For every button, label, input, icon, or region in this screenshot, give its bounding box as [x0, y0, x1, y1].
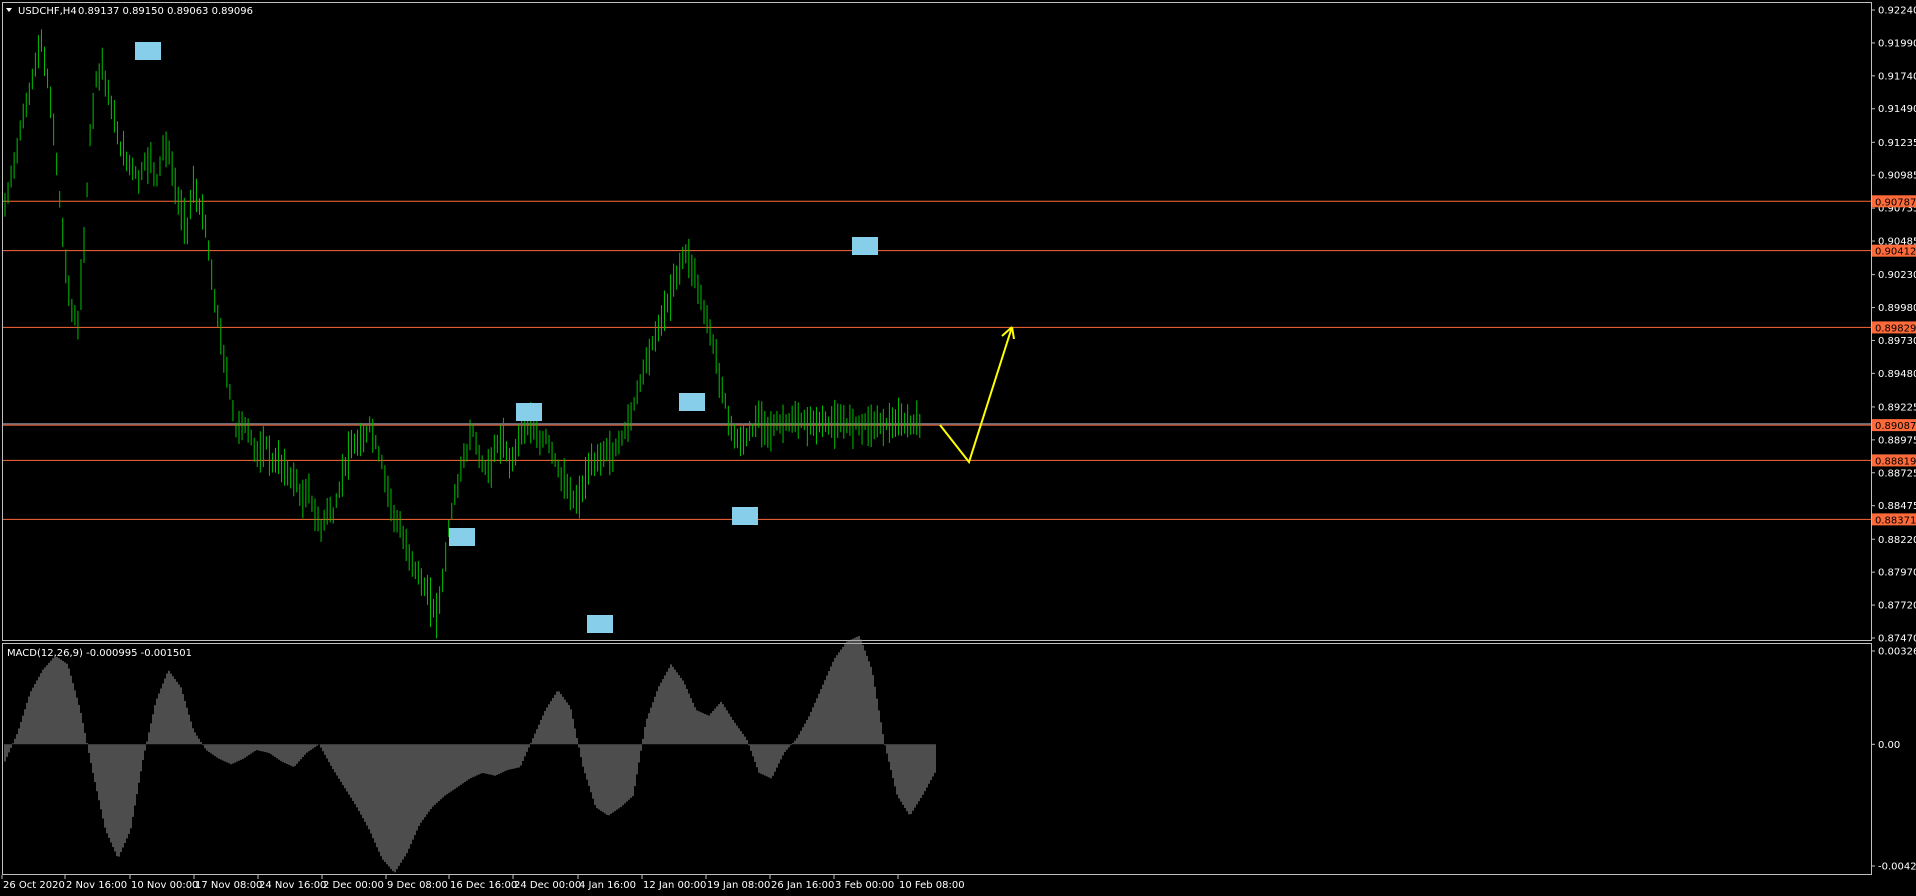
chart-canvas: USDCHF,H4 0.89137 0.89150 0.89063 0.8909… [0, 0, 1916, 896]
time-tick-label: 10 Feb 08:00 [899, 880, 965, 891]
time-tick-label: 16 Dec 16:00 [450, 880, 517, 891]
time-tick-label: 24 Nov 16:00 [259, 880, 326, 891]
level-tag-label: 0.89829 [1875, 323, 1916, 334]
price-tick-label: 0.91990 [1878, 38, 1916, 49]
price-tick-label: 0.90985 [1878, 171, 1916, 182]
level-tag-label: 0.89087 [1875, 421, 1916, 432]
price-tick-label: 0.87970 [1878, 568, 1916, 579]
swing-marker [679, 393, 705, 411]
symbol-label: USDCHF,H4 [18, 6, 77, 17]
price-tick-label: 0.88725 [1878, 468, 1916, 479]
price-tick-label: 0.88220 [1878, 535, 1916, 546]
price-tick-label: 0.92240 [1878, 6, 1916, 17]
price-tick-label: 0.89980 [1878, 303, 1916, 314]
time-tick-label: 3 Feb 00:00 [835, 880, 894, 891]
time-tick-label: 2 Dec 00:00 [323, 880, 384, 891]
swing-marker [732, 507, 758, 525]
macd-tick-label: -0.004258 [1878, 862, 1916, 873]
macd-tick-label: 0.00 [1878, 740, 1900, 751]
macd-tick-label: 0.003265 [1878, 647, 1916, 658]
time-tick-label: 12 Jan 00:00 [643, 880, 706, 891]
level-tag-label: 0.90412 [1875, 247, 1916, 258]
time-tick-label: 17 Nov 08:00 [195, 880, 262, 891]
time-tick-label: 2 Nov 16:00 [66, 880, 127, 891]
swing-marker [852, 237, 878, 255]
time-tick-label: 10 Nov 00:00 [131, 880, 198, 891]
price-tick-label: 0.91235 [1878, 138, 1916, 149]
time-tick-label: 9 Dec 08:00 [387, 880, 448, 891]
level-tag-label: 0.88819 [1875, 456, 1916, 467]
time-tick-label: 4 Jan 16:00 [579, 880, 636, 891]
time-tick-label: 24 Dec 00:00 [514, 880, 581, 891]
time-tick-label: 19 Jan 08:00 [707, 880, 770, 891]
price-tick-label: 0.91490 [1878, 104, 1916, 115]
price-tick-label: 0.87720 [1878, 601, 1916, 612]
price-tick-label: 0.88475 [1878, 501, 1916, 512]
swing-marker [449, 528, 475, 546]
macd-label: MACD(12,26,9) -0.000995 -0.001501 [7, 648, 192, 659]
price-tick-label: 0.89730 [1878, 336, 1916, 347]
swing-marker [516, 403, 542, 421]
time-tick-label: 26 Oct 2020 [3, 880, 65, 891]
time-tick-label: 26 Jan 16:00 [771, 880, 834, 891]
swing-marker [135, 42, 161, 60]
price-tick-label: 0.87470 [1878, 634, 1916, 645]
price-tick-label: 0.89225 [1878, 402, 1916, 413]
ohlc-values: 0.89137 0.89150 0.89063 0.89096 [78, 6, 253, 17]
price-tick-label: 0.91740 [1878, 71, 1916, 82]
level-tag-label: 0.88371 [1875, 515, 1916, 526]
level-tag-label: 0.90787 [1875, 197, 1916, 208]
price-tick-label: 0.88975 [1878, 435, 1916, 446]
price-tick-label: 0.89480 [1878, 369, 1916, 380]
price-tick-label: 0.90230 [1878, 270, 1916, 281]
swing-marker [587, 615, 613, 633]
